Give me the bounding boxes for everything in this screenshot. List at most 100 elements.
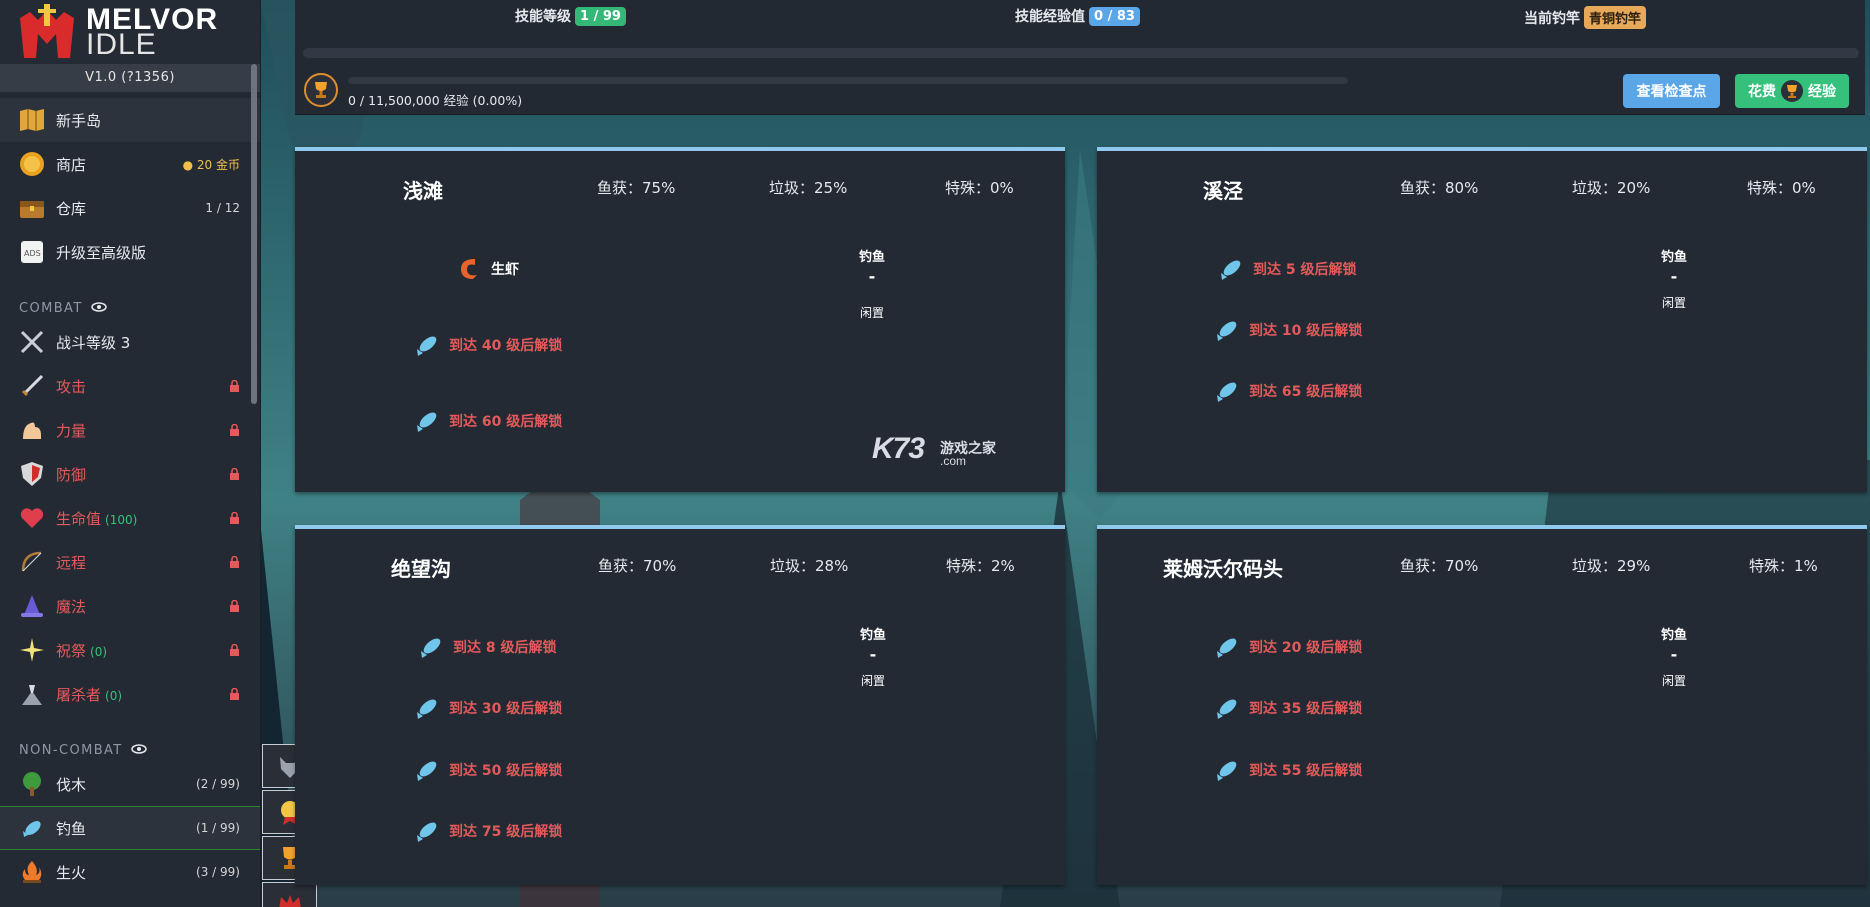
- mastery-trophy-icon: [304, 73, 338, 107]
- sidebar-item-label: 生命值 (100): [56, 509, 138, 528]
- melvor-logo-icon: [20, 4, 74, 58]
- coin-icon: [18, 150, 46, 178]
- map-icon: [18, 106, 46, 134]
- fish-icon: [1217, 699, 1237, 719]
- fish-icon: [18, 814, 46, 842]
- fish-option-locked[interactable]: 到达 60 级后解锁: [413, 407, 562, 435]
- fish-icon: [1217, 382, 1237, 402]
- area-catch-rate: 鱼获：75%: [597, 179, 676, 197]
- tree-icon: [18, 770, 46, 798]
- mastery-xp-text: 0 / 11,500,000 经验 (0.00%): [348, 93, 523, 108]
- noncombat-section-header: NON-COMBAT: [0, 716, 260, 762]
- fish-option-locked[interactable]: 到达 5 级后解锁: [1217, 255, 1357, 283]
- spend-mastery-xp-button[interactable]: 花费 经验: [1735, 74, 1849, 108]
- sidebar-item-firemaking[interactable]: 生火 (3 / 99): [0, 850, 260, 894]
- lock-icon: [230, 512, 239, 524]
- fishing-status: 钓鱼 - 闲置: [859, 628, 886, 688]
- sidebar-item-label: 商店: [56, 155, 87, 174]
- svg-text:ADS: ADS: [24, 249, 41, 258]
- sidebar-item-ranged[interactable]: 远程: [0, 540, 260, 584]
- fish-icon: [417, 822, 437, 842]
- flexed-arm-icon: [18, 416, 46, 444]
- eye-icon[interactable]: [130, 743, 147, 758]
- app-logo[interactable]: MELVOR IDLE: [0, 0, 260, 64]
- sidebar-item-shop[interactable]: 商店 ● 20 金币: [0, 142, 260, 186]
- fish-option-locked[interactable]: 到达 65 级后解锁: [1213, 377, 1362, 405]
- sidebar-item-label: 伐木: [56, 775, 87, 794]
- skill-level: (2 / 99): [196, 777, 240, 791]
- sidebar-item-label: 新手岛: [56, 111, 102, 130]
- fish-icon: [1221, 260, 1241, 280]
- k73-watermark: K73 游戏之家 .com: [872, 432, 996, 468]
- lock-icon: [230, 380, 239, 392]
- sidebar-item-prayer[interactable]: 祝祭 (0): [0, 628, 260, 672]
- area-special-rate: 特殊：1%: [1749, 557, 1818, 575]
- area-junk-rate: 垃圾：28%: [770, 557, 849, 575]
- fishing-status: 钓鱼 - 闲置: [1660, 628, 1687, 688]
- fish-icon: [1217, 761, 1237, 781]
- wizard-hat-icon: [18, 592, 46, 620]
- sidebar-item-label: 力量: [56, 421, 87, 440]
- fishing-area-card: 溪泾 鱼获：80% 垃圾：20% 特殊：0% 到达 5 级后解锁 到达 10 级…: [1097, 147, 1867, 492]
- nav-noncombat: 伐木 (2 / 99) 钓鱼 (1 / 99) 生火 (3 / 99): [0, 762, 260, 894]
- sidebar-item-bank[interactable]: 仓库 1 / 12: [0, 186, 260, 230]
- lock-icon: [230, 600, 239, 612]
- sidebar-item-hitpoints[interactable]: 生命值 (100): [0, 496, 260, 540]
- fish-option-locked[interactable]: 到达 35 级后解锁: [1213, 694, 1362, 722]
- sidebar-item-magic[interactable]: 魔法: [0, 584, 260, 628]
- sidebar-scrollbar[interactable]: [251, 64, 257, 404]
- sidebar-item-woodcutting[interactable]: 伐木 (2 / 99): [0, 762, 260, 806]
- fish-option-locked[interactable]: 到达 20 级后解锁: [1213, 633, 1362, 661]
- fishing-status: 钓鱼 - 闲置: [1660, 250, 1687, 310]
- fish-option-locked[interactable]: 到达 75 级后解锁: [413, 817, 562, 845]
- sidebar-item-tutorial-island[interactable]: 新手岛: [0, 98, 260, 142]
- area-catch-rate: 鱼获：70%: [598, 557, 677, 575]
- sidebar-item-upgrade[interactable]: ADS 升级至高级版: [0, 230, 260, 274]
- fish-option-locked[interactable]: 到达 30 级后解锁: [413, 694, 562, 722]
- campfire-icon: [18, 858, 46, 886]
- fish-option-locked[interactable]: 到达 10 级后解锁: [1213, 316, 1362, 344]
- fishing-area-card: 绝望沟 鱼获：70% 垃圾：28% 特殊：2% 到达 8 级后解锁 到达 30 …: [295, 525, 1065, 885]
- view-checkpoints-button[interactable]: 查看检查点: [1623, 74, 1720, 108]
- fish-option-locked[interactable]: 到达 55 级后解锁: [1213, 756, 1362, 784]
- sidebar-item-combat[interactable]: 战斗等级 3: [0, 320, 260, 364]
- sidebar-item-label: 屠杀者 (0): [56, 685, 123, 704]
- ads-icon: ADS: [18, 238, 46, 266]
- sidebar: MELVOR IDLE V1.0 (?1356) 新手岛 商店 ● 20 金币: [0, 0, 261, 907]
- skill-level: (3 / 99): [196, 865, 240, 879]
- crown-icon: [278, 895, 301, 907]
- sidebar-item-label: 祝祭 (0): [56, 641, 108, 660]
- sidebar-item-strength[interactable]: 力量: [0, 408, 260, 452]
- fish-option-locked[interactable]: 到达 40 级后解锁: [413, 331, 562, 359]
- chest-icon: [18, 194, 46, 222]
- sidebar-item-label: 远程: [56, 553, 87, 572]
- bank-capacity: 1 / 12: [205, 201, 240, 215]
- skill-xp-stat: 技能经验值 0 / 83: [1015, 6, 1140, 26]
- fishing-area-card: 莱姆沃尔码头 鱼获：70% 垃圾：29% 特殊：1% 到达 20 级后解锁 到达…: [1097, 525, 1867, 885]
- sparkle-icon: [18, 636, 46, 664]
- fish-option[interactable]: 生虾: [455, 255, 519, 283]
- sidebar-item-slayer[interactable]: 屠杀者 (0): [0, 672, 260, 716]
- lvl-button[interactable]: [262, 882, 317, 907]
- area-catch-rate: 鱼获：70%: [1400, 557, 1479, 575]
- sidebar-item-label: 升级至高级版: [56, 243, 147, 262]
- fish-option-locked[interactable]: 到达 8 级后解锁: [417, 633, 557, 661]
- fishing-status: 钓鱼 - 闲置: [858, 250, 885, 320]
- fish-icon: [417, 412, 437, 432]
- skill-level: (1 / 99): [196, 821, 240, 835]
- area-special-rate: 特殊：0%: [1747, 179, 1816, 197]
- sidebar-item-defence[interactable]: 防御: [0, 452, 260, 496]
- skill-level-badge: 1 / 99: [575, 6, 626, 26]
- heart-icon: [18, 504, 46, 532]
- area-special-rate: 特殊：2%: [946, 557, 1015, 575]
- gold-coins-icon: ●: [182, 157, 194, 172]
- sidebar-item-fishing[interactable]: 钓鱼 (1 / 99): [0, 806, 260, 850]
- sidebar-item-attack[interactable]: 攻击: [0, 364, 260, 408]
- slayer-icon: [18, 680, 46, 708]
- skill-xp-badge: 0 / 83: [1089, 6, 1140, 26]
- skill-header-panel: 技能等级 1 / 99 技能经验值 0 / 83 当前钓竿 青铜钓竿 0 / 1…: [295, 0, 1865, 115]
- eye-icon[interactable]: [90, 301, 107, 316]
- skill-xp-progress-bar: [303, 48, 1859, 58]
- fish-option-locked[interactable]: 到达 50 级后解锁: [413, 756, 562, 784]
- sidebar-item-label: 攻击: [56, 377, 87, 396]
